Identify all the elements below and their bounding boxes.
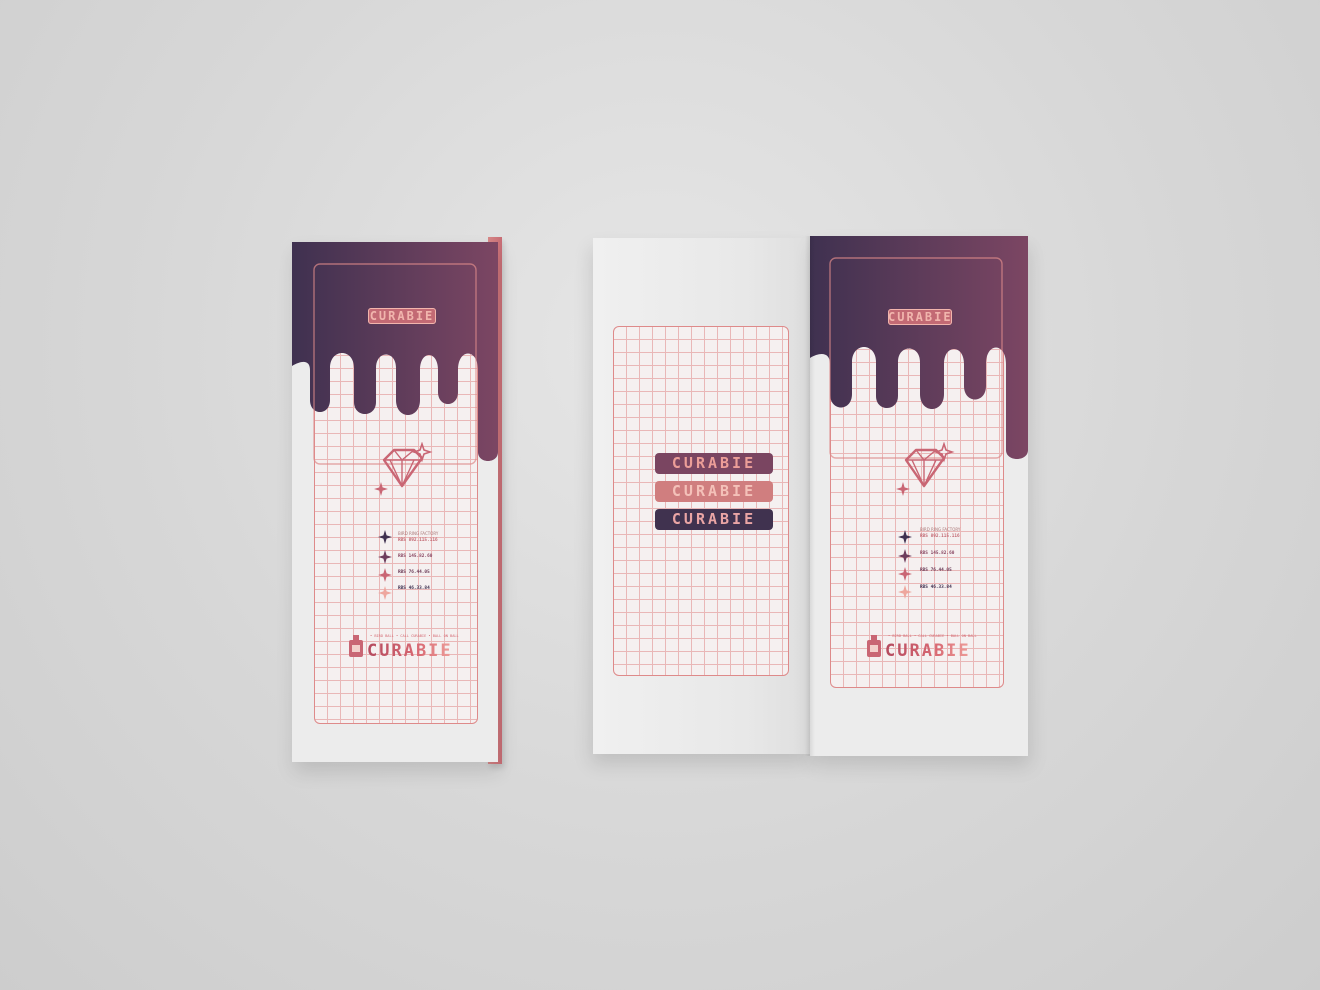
mockup-scene: CURABIE BIRD RING FACTORY RBS 892.115.11… xyxy=(0,0,1320,990)
price-item: RBS 145.82.60 xyxy=(920,551,955,556)
back-panel: CURABIE CURABIE CURABIE xyxy=(593,238,811,754)
drip-header xyxy=(810,236,1028,459)
sparkle-icon xyxy=(898,530,912,544)
logo-badge: CURABIE xyxy=(888,309,953,325)
right-front-cover: CURABIE BIRD RING FACTORY RBS 892.115.11… xyxy=(810,236,1028,756)
price-item: RBS 76.44.05 xyxy=(920,568,952,573)
price-item: RBS 46.33.84 xyxy=(920,585,952,590)
bottle-icon xyxy=(867,635,881,657)
stack-wordmark-3: CURABIE xyxy=(655,509,773,530)
price-list-header: BIRD RING FACTORY xyxy=(920,527,961,532)
sparkle-icon xyxy=(896,482,910,496)
stack-wordmark-2: CURABIE xyxy=(655,481,773,502)
footer-wordmark: CURABIE xyxy=(885,641,971,661)
right-brochure: CURABIE CURABIE CURABIE CURABIE BIRD RIN… xyxy=(0,0,1320,990)
sparkle-icon xyxy=(898,549,912,563)
sparkle-icon xyxy=(898,567,912,581)
stack-wordmark-1: CURABIE xyxy=(655,453,773,474)
price-item: RBS 892.115.116 xyxy=(920,534,960,539)
footer-tagline: • BIRD BALL • CALL CURABIE • BALL ON BAL… xyxy=(888,634,977,638)
sparkle-icon xyxy=(898,585,912,599)
